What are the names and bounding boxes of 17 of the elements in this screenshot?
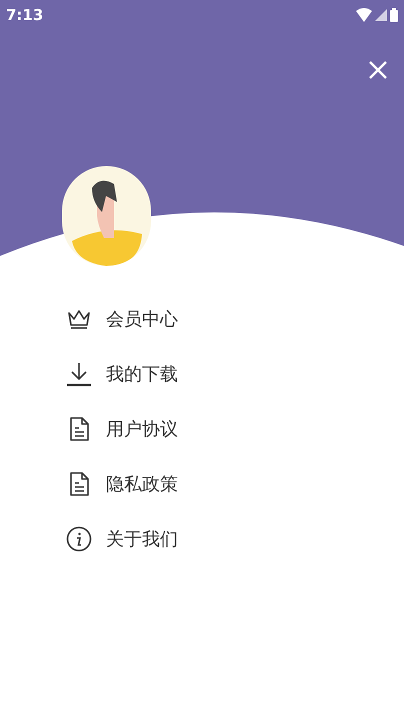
menu-item[interactable]: 我的下载: [66, 361, 404, 387]
menu-item[interactable]: 用户协议: [66, 416, 404, 442]
menu-item-label: 用户协议: [106, 418, 178, 442]
menu-item[interactable]: 隐私政策: [66, 471, 404, 497]
wifi-icon: [356, 8, 372, 22]
menu-item[interactable]: 关于我们: [66, 526, 404, 552]
status-time: 7:13: [6, 4, 44, 26]
signal-icon: [375, 9, 387, 21]
close-icon: [369, 61, 387, 79]
info-icon: [66, 526, 92, 552]
menu-item-label: 关于我们: [106, 528, 178, 552]
menu-item-label: 隐私政策: [106, 472, 178, 496]
download-icon: [66, 361, 92, 387]
menu-item-label: 我的下载: [106, 362, 178, 386]
menu-item[interactable]: 会员中心: [66, 306, 404, 332]
battery-icon: [390, 8, 398, 22]
menu-item-label: 会员中心: [106, 308, 178, 332]
